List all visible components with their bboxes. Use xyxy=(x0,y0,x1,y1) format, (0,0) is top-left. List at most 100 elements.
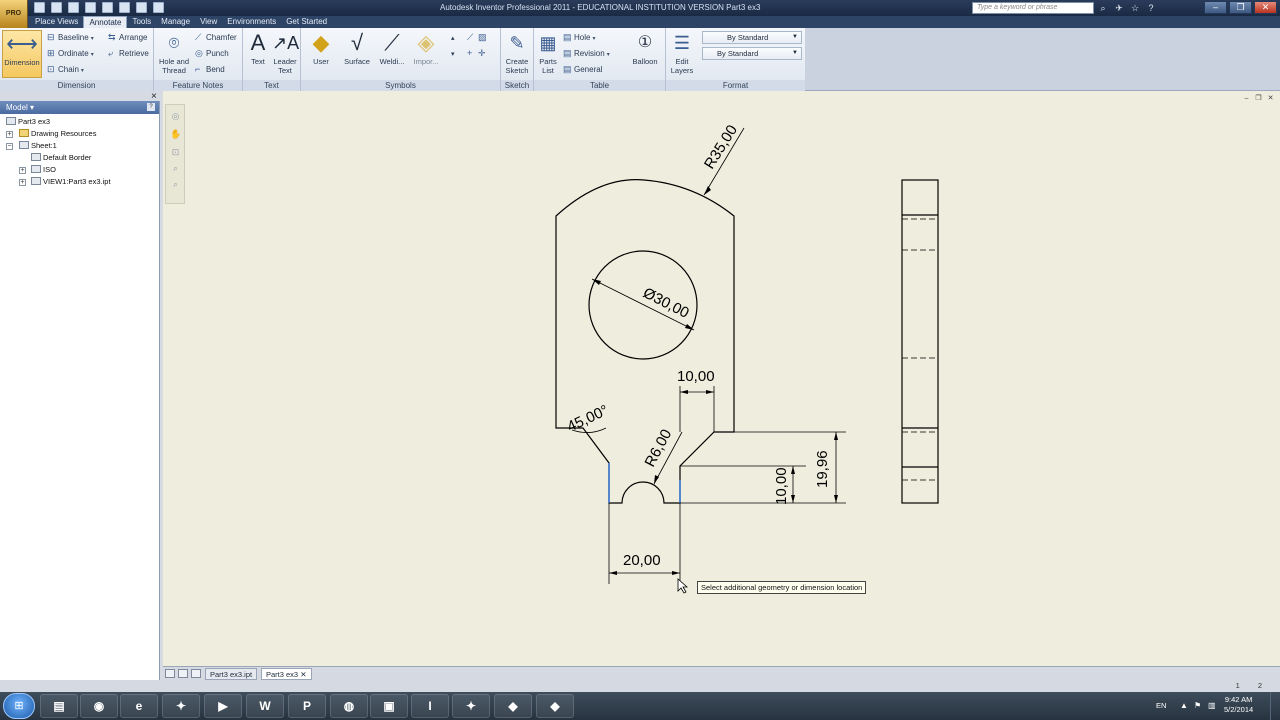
dimension-button[interactable]: ⟷ Dimension xyxy=(2,30,42,78)
taskbar-word[interactable]: W xyxy=(246,694,284,718)
language-indicator[interactable]: EN xyxy=(1156,701,1166,710)
import-button[interactable]: ◈ Impor... xyxy=(411,30,441,66)
steering-wheel-icon[interactable]: ◎ xyxy=(170,111,181,122)
close-icon[interactable]: ✕ xyxy=(300,670,306,679)
expand-icon[interactable]: + xyxy=(19,167,26,174)
sketch-line-tool[interactable]: ⟋ ▨ xyxy=(467,31,489,44)
baseline-button[interactable]: ⊟ Baseline ▾ xyxy=(47,31,94,44)
dim-bottom-width[interactable]: 20,00 xyxy=(623,552,661,569)
show-desktop-button[interactable] xyxy=(1270,692,1280,720)
taskbar-app-1[interactable]: ✦ xyxy=(162,694,200,718)
dim-chamfer-angle[interactable]: 45,00° xyxy=(565,402,612,436)
dim-radius-outer[interactable]: R35,00 xyxy=(701,122,741,172)
taskbar-app-4[interactable]: ✦ xyxy=(452,694,490,718)
undo-icon[interactable] xyxy=(85,2,96,13)
cascade-icon[interactable] xyxy=(178,669,188,678)
text-button[interactable]: A Text xyxy=(246,30,270,66)
tree-item-part[interactable]: Part3 ex3 xyxy=(6,116,50,128)
pan-icon[interactable]: ✋ xyxy=(170,129,181,140)
style-select[interactable]: By Standard ▼ xyxy=(702,31,802,44)
dim-height-small[interactable]: 10,00 xyxy=(773,467,790,505)
tab-get-started[interactable]: Get Started xyxy=(281,16,332,28)
communication-icon[interactable]: ☆ xyxy=(1129,2,1141,14)
doc-tab-part-drawing[interactable]: Part3 ex3 ✕ xyxy=(261,668,312,680)
close-button[interactable]: ✕ xyxy=(1254,1,1277,14)
collapse-icon[interactable]: − xyxy=(6,143,13,150)
taskbar-app-3[interactable]: ▣ xyxy=(370,694,408,718)
new-icon[interactable] xyxy=(34,2,45,13)
sketch-point-tool[interactable]: + ✛ xyxy=(467,47,489,60)
dim-notch-radius[interactable]: R6,00 xyxy=(642,427,676,470)
drawing-canvas[interactable]: R35,00 Ø30,00 10,00 45,00° R6,00 20,00 1… xyxy=(163,91,1280,666)
taskbar-internet-explorer[interactable]: e xyxy=(120,694,158,718)
tab-view[interactable]: View xyxy=(195,16,222,28)
taskbar-powerpoint[interactable]: P xyxy=(288,694,326,718)
search-input[interactable]: Type a keyword or phrase xyxy=(972,2,1094,14)
taskbar-media[interactable]: ▶ xyxy=(204,694,242,718)
tab-environments[interactable]: Environments xyxy=(222,16,281,28)
open-icon[interactable] xyxy=(51,2,62,13)
print-icon[interactable] xyxy=(119,2,130,13)
flag-icon[interactable]: ⚑ xyxy=(1194,701,1201,710)
update-icon[interactable] xyxy=(153,2,164,13)
tab-place-views[interactable]: Place Views xyxy=(30,16,83,28)
revision-table-button[interactable]: ▤ Revision ▾ xyxy=(563,47,610,60)
taskbar-explorer[interactable]: ▤ xyxy=(40,694,78,718)
binoculars-icon[interactable]: ⌕ xyxy=(1097,2,1109,14)
help-icon[interactable]: ? xyxy=(1145,2,1157,14)
tree-item-view1[interactable]: VIEW1:Part3 ex3.ipt xyxy=(31,176,111,188)
edit-layers-button[interactable]: ☰ Edit Layers xyxy=(668,30,696,75)
dim-height-total[interactable]: 19,96 xyxy=(814,450,831,488)
network-icon[interactable]: ▥ xyxy=(1208,701,1216,710)
expand-icon[interactable]: + xyxy=(19,179,26,186)
parts-list-button[interactable]: ▦ Parts List xyxy=(536,30,560,75)
layer-select[interactable]: By Standard ▼ xyxy=(702,47,802,60)
expand-icon[interactable]: + xyxy=(6,131,13,138)
start-button[interactable]: ⊞ xyxy=(3,693,35,719)
welding-button[interactable]: ⟋ Weldi... xyxy=(377,30,407,66)
show-hidden-icons-icon[interactable]: ▲ xyxy=(1180,701,1188,710)
taskbar-app-6[interactable]: ◆ xyxy=(536,694,574,718)
balloon-button[interactable]: ① Balloon xyxy=(626,30,664,66)
hole-thread-button[interactable]: ⌾ Hole and Thread xyxy=(157,30,191,75)
browser-header[interactable]: Model ▾ ? xyxy=(0,101,159,114)
minimize-button[interactable]: – xyxy=(1204,1,1227,14)
tile-icon[interactable] xyxy=(165,669,175,678)
hole-table-button[interactable]: ▤ Hole ▾ xyxy=(563,31,595,44)
taskbar-inventor[interactable]: I xyxy=(411,694,449,718)
close-icon[interactable]: ✕ xyxy=(1266,95,1275,103)
application-menu-button[interactable]: PRO xyxy=(0,0,28,28)
tree-item-drawing-resources[interactable]: Drawing Resources xyxy=(19,128,96,140)
restore-button[interactable]: ❐ xyxy=(1229,1,1252,14)
redo-icon[interactable] xyxy=(102,2,113,13)
tree-item-default-border[interactable]: Default Border xyxy=(31,152,91,164)
taskbar-chrome[interactable]: ◉ xyxy=(80,694,118,718)
doc-tab-part-ipt[interactable]: Part3 ex3.ipt xyxy=(205,668,258,680)
dim-slot-top[interactable]: 10,00 xyxy=(677,368,715,385)
taskbar-app-5[interactable]: ◆ xyxy=(494,694,532,718)
leader-text-button[interactable]: ↗A Leader Text xyxy=(272,30,299,75)
arrange-button[interactable]: ⇆ Arrange xyxy=(108,31,147,44)
menu-icon[interactable] xyxy=(191,669,201,678)
tab-tools[interactable]: Tools xyxy=(127,16,156,28)
surface-button[interactable]: √ Surface xyxy=(341,30,373,66)
subscription-icon[interactable]: ✈ xyxy=(1113,2,1125,14)
minimize-icon[interactable]: – xyxy=(1242,95,1251,103)
symbols-scroll-up[interactable]: ▴ xyxy=(451,32,455,45)
symbols-scroll-down[interactable]: ▾ xyxy=(451,48,455,61)
retrieve-button[interactable]: ⤶ Retrieve xyxy=(108,47,149,60)
punch-button[interactable]: ◎ Punch xyxy=(195,47,229,60)
zoom-window-icon[interactable]: ⌕ xyxy=(170,179,181,190)
tab-annotate[interactable]: Annotate xyxy=(83,16,128,28)
select-icon[interactable] xyxy=(136,2,147,13)
zoom-all-icon[interactable]: ⊡ xyxy=(170,147,181,158)
tree-item-sheet[interactable]: Sheet:1 xyxy=(19,140,57,152)
bend-button[interactable]: ⌐ Bend xyxy=(195,63,225,76)
tree-item-iso[interactable]: ISO xyxy=(31,164,56,176)
user-symbol-button[interactable]: ◆ User xyxy=(307,30,335,66)
tab-manage[interactable]: Manage xyxy=(156,16,195,28)
save-icon[interactable] xyxy=(68,2,79,13)
zoom-icon[interactable]: ⌕ xyxy=(170,163,181,174)
chamfer-button[interactable]: ⟋ Chamfer xyxy=(195,31,237,44)
restore-icon[interactable]: ❐ xyxy=(1254,95,1263,103)
